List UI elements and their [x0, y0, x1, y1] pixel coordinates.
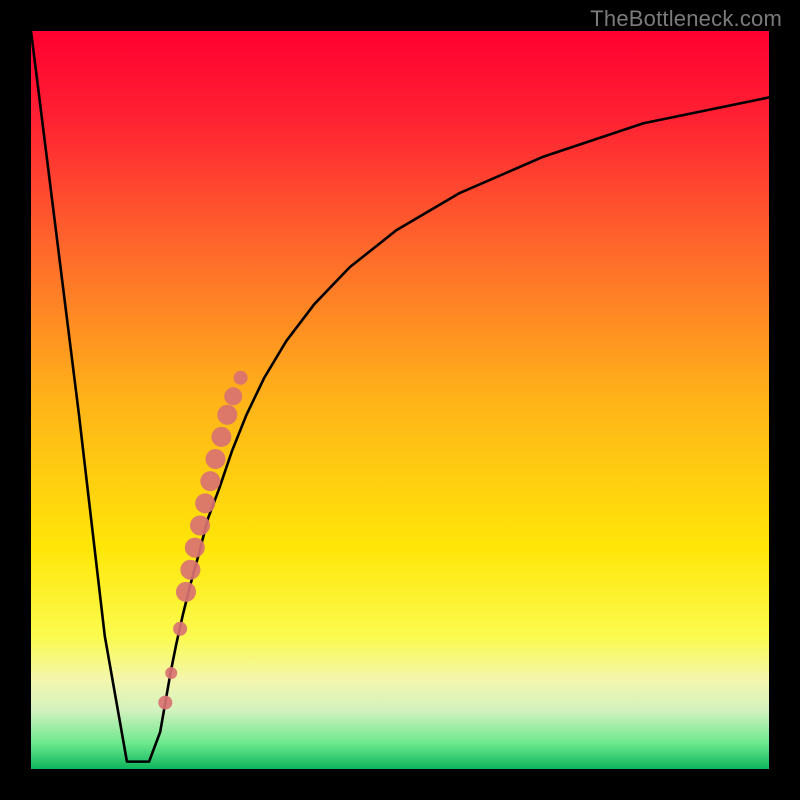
highlight-dot [190, 515, 210, 535]
highlight-dot [176, 582, 196, 602]
highlight-dot [195, 493, 215, 513]
outer-frame: TheBottleneck.com [0, 0, 800, 800]
plot-area [31, 31, 769, 769]
highlight-dot [200, 471, 220, 491]
highlight-dot [224, 387, 242, 405]
highlight-dot [180, 560, 200, 580]
highlight-dot [173, 622, 187, 636]
watermark-text: TheBottleneck.com [590, 6, 782, 32]
highlight-dot [211, 427, 231, 447]
highlight-dot [217, 405, 237, 425]
highlight-dot [206, 449, 226, 469]
highlight-dot [185, 538, 205, 558]
highlight-dot [234, 371, 248, 385]
highlight-dot [165, 667, 177, 679]
highlight-dot [158, 696, 172, 710]
highlight-dots [31, 31, 769, 769]
